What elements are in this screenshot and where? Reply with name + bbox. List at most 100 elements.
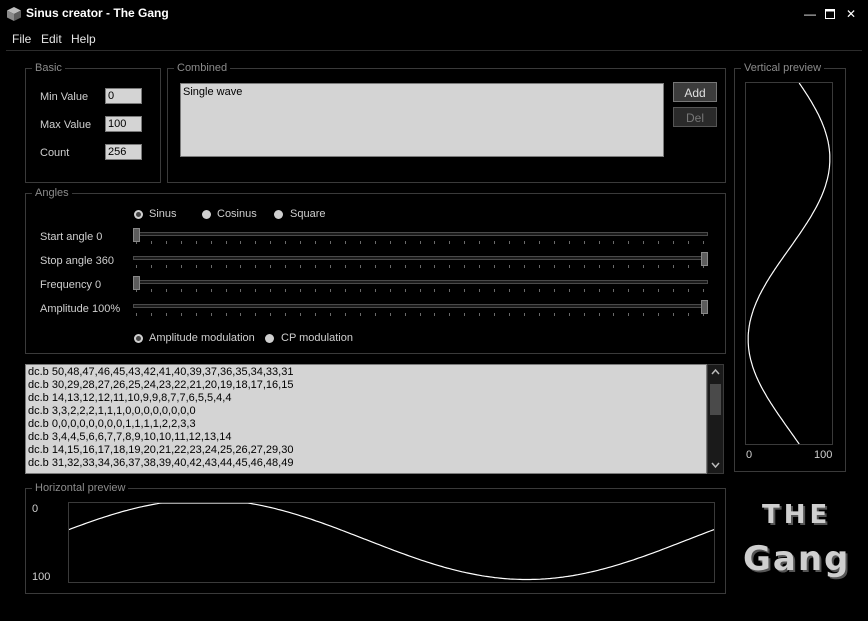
slider-tick — [419, 289, 421, 292]
slider-tick — [628, 313, 630, 316]
slider-tick — [180, 313, 182, 316]
slider-thumb[interactable] — [133, 228, 140, 242]
slider-tick — [404, 241, 406, 244]
slider-tick — [658, 265, 660, 268]
slider-tick — [628, 265, 630, 268]
slider-tick — [210, 313, 212, 316]
slider-tick — [464, 265, 466, 268]
menu-file[interactable]: File — [12, 32, 31, 46]
sinus-label[interactable]: Sinus — [149, 208, 177, 220]
amplitude-modulation-radio[interactable] — [134, 334, 143, 343]
window-title: Sinus creator - The Gang — [26, 6, 169, 20]
slider-tick — [419, 313, 421, 316]
slider-thumb[interactable] — [701, 300, 708, 314]
menu-help[interactable]: Help — [71, 32, 96, 46]
slider-tick — [553, 313, 555, 316]
slider-tick — [150, 265, 152, 268]
output-scrollbar[interactable] — [707, 364, 724, 474]
del-button[interactable]: Del — [673, 107, 717, 127]
add-button[interactable]: Add — [673, 82, 717, 102]
slider-tick — [374, 241, 376, 244]
minimize-icon[interactable]: — — [801, 6, 819, 22]
horizontal-bottom-label: 100 — [32, 571, 51, 583]
start-angle-slider[interactable] — [133, 228, 708, 248]
cosinus-label[interactable]: Cosinus — [217, 208, 257, 220]
slider-tick — [344, 313, 346, 316]
horizontal-preview-plot — [68, 502, 715, 583]
slider-tick — [374, 289, 376, 292]
vertical-max-label: 100 — [814, 449, 833, 461]
slider-tick — [404, 265, 406, 268]
slider-tick — [359, 265, 361, 268]
slider-tick — [225, 265, 227, 268]
slider-tick — [673, 313, 675, 316]
slider-tick — [389, 289, 391, 292]
max-value-input[interactable] — [105, 116, 142, 132]
slider-tick — [538, 241, 540, 244]
slider-tick — [479, 289, 481, 292]
close-icon[interactable]: ✕ — [842, 6, 860, 22]
frequency-slider[interactable] — [133, 276, 708, 296]
angles-legend: Angles — [35, 187, 69, 199]
slider-tick — [359, 313, 361, 316]
combined-legend: Combined — [177, 62, 228, 74]
slider-tick — [494, 313, 496, 316]
slider-tick — [329, 241, 331, 244]
slider-tick — [315, 265, 317, 268]
stop-angle-label: Stop angle 360 — [40, 255, 115, 267]
amplitude-label: Amplitude 100% — [40, 303, 121, 315]
slider-tick — [613, 313, 615, 316]
slider-track[interactable] — [133, 304, 708, 308]
slider-tick — [449, 265, 451, 268]
slider-tick — [434, 241, 436, 244]
slider-track[interactable] — [133, 280, 708, 284]
cp-modulation-radio[interactable] — [265, 334, 274, 343]
slider-tick — [165, 241, 167, 244]
slider-tick — [195, 313, 197, 316]
slider-tick — [658, 313, 660, 316]
square-label[interactable]: Square — [290, 208, 325, 220]
slider-tick — [464, 289, 466, 292]
logo-gang: Gang — [743, 539, 851, 579]
vertical-preview-legend: Vertical preview — [744, 62, 822, 74]
slider-thumb[interactable] — [701, 252, 708, 266]
slider-tick — [613, 265, 615, 268]
count-input[interactable] — [105, 144, 142, 160]
slider-track[interactable] — [133, 256, 708, 260]
slider-tick — [195, 265, 197, 268]
min-value-input[interactable] — [105, 88, 142, 104]
slider-tick — [419, 241, 421, 244]
slider-tick — [583, 265, 585, 268]
output-textarea[interactable]: dc.b 50,48,47,46,45,43,42,41,40,39,37,36… — [25, 364, 707, 474]
slider-tick — [240, 241, 242, 244]
app-cube-icon — [6, 6, 22, 22]
square-radio[interactable] — [274, 210, 283, 219]
slider-tick — [255, 289, 257, 292]
slider-tick — [404, 313, 406, 316]
sinus-radio[interactable] — [134, 210, 143, 219]
slider-tick — [389, 313, 391, 316]
amplitude-modulation-label[interactable]: Amplitude modulation — [149, 332, 255, 344]
scroll-up-icon — [711, 368, 720, 375]
slider-track[interactable] — [133, 232, 708, 236]
menu-edit[interactable]: Edit — [41, 32, 62, 46]
output-line: dc.b 3,4,4,5,6,6,7,7,8,9,10,10,11,12,13,… — [28, 431, 232, 443]
maximize-icon[interactable] — [821, 6, 839, 22]
slider-tick — [643, 289, 645, 292]
stop-angle-slider[interactable] — [133, 252, 708, 272]
slider-tick — [598, 265, 600, 268]
max-value-label: Max Value — [40, 119, 92, 131]
slider-tick — [643, 265, 645, 268]
slider-tick — [270, 241, 272, 244]
slider-tick — [240, 313, 242, 316]
amplitude-slider[interactable] — [133, 300, 708, 320]
cosinus-radio[interactable] — [202, 210, 211, 219]
combined-list-item[interactable]: Single wave — [183, 86, 661, 98]
slider-tick — [658, 289, 660, 292]
slider-thumb[interactable] — [133, 276, 140, 290]
slider-tick — [568, 313, 570, 316]
combined-list[interactable]: Single wave — [180, 83, 664, 157]
slider-tick — [300, 241, 302, 244]
slider-tick — [344, 289, 346, 292]
cp-modulation-label[interactable]: CP modulation — [281, 332, 353, 344]
